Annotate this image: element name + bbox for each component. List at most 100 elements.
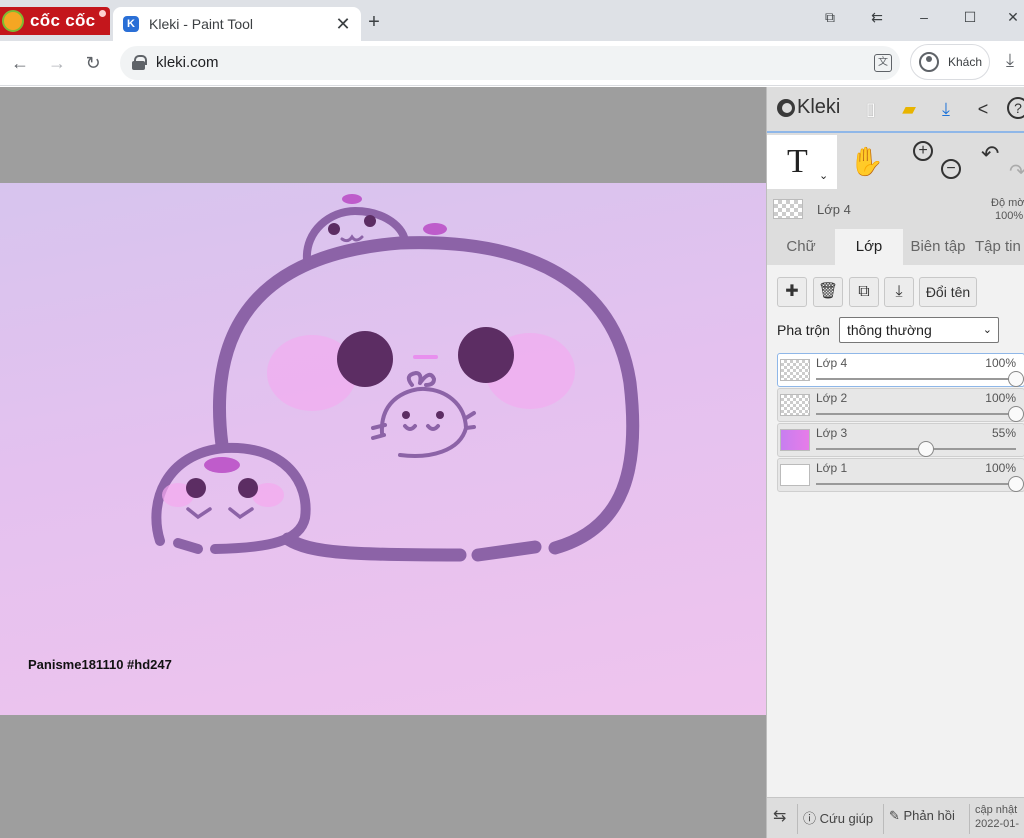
drawing-workspace[interactable]: Panisme181110 #hd247 xyxy=(0,87,766,838)
blend-mode-label: Pha trộn xyxy=(777,322,830,338)
help-label: Cứu giúp xyxy=(819,811,874,826)
reload-button[interactable]: ↻ xyxy=(80,50,106,76)
kleki-side-panel: Kleki ▯ ▰ ⤓ < ? T ⌄ ✋ + − ↶ ↷ Lớp 4 Độ m… xyxy=(766,87,1024,838)
layer-name: Lớp 3 xyxy=(816,426,848,440)
current-layer-info: Lớp 4 Độ mờ 100% xyxy=(767,191,1024,227)
layer-name: Lớp 1 xyxy=(816,461,848,475)
undo-icon[interactable]: ↶ xyxy=(981,141,999,167)
zoom-in-icon[interactable]: + xyxy=(913,141,933,161)
back-button[interactable]: ← xyxy=(7,50,33,76)
artwork-signature: Panisme181110 #hd247 xyxy=(28,657,172,672)
layer-name: Lớp 2 xyxy=(816,391,848,405)
layer-row-1[interactable]: Lớp 1 100% xyxy=(777,458,1024,492)
layer-row-4[interactable]: Lớp 4 100% xyxy=(777,353,1024,387)
layer-opacity: 100% xyxy=(985,461,1016,475)
download-icon[interactable]: ⤓ xyxy=(998,50,1022,76)
text-tool-button[interactable]: T ⌄ xyxy=(767,135,837,189)
layer-opacity: 100% xyxy=(985,356,1016,370)
kleki-favicon-icon: K xyxy=(123,16,139,32)
close-window-button[interactable]: ✕ xyxy=(998,6,1024,28)
delete-layer-button[interactable]: 🗑 xyxy=(813,277,843,307)
browser-titlebar: cốc cốc K Kleki - Paint Tool ✕ + ⧉ ⇇ – ☐… xyxy=(0,0,1024,41)
tab-layers[interactable]: Lớp xyxy=(835,229,903,265)
blend-mode-select[interactable]: thông thường ⌄ xyxy=(839,317,999,343)
coccoc-menu-button[interactable]: cốc cốc xyxy=(0,7,110,35)
layer-row-3[interactable]: Lớp 3 55% xyxy=(777,423,1024,457)
lock-icon xyxy=(132,55,147,70)
profile-button[interactable]: Khách xyxy=(910,44,990,80)
browser-toolbar: ← → ↻ kleki.com 文 Khách ⤓ xyxy=(0,41,1024,86)
share-icon[interactable]: < xyxy=(971,97,995,121)
close-tab-icon[interactable]: ✕ xyxy=(333,14,353,34)
translate-icon[interactable]: 文 xyxy=(874,54,892,72)
add-layer-button[interactable]: ✚ xyxy=(777,277,807,307)
kleki-app-name: Kleki xyxy=(797,96,841,118)
feedback-button[interactable]: ✎ Phản hồi xyxy=(889,808,955,824)
current-layer-name: Lớp 4 xyxy=(817,202,851,217)
coccoc-logo-icon xyxy=(2,10,24,32)
browser-tab-kleki[interactable]: K Kleki - Paint Tool ✕ xyxy=(113,7,361,41)
tab-list-icon[interactable]: ⇇ xyxy=(862,6,892,28)
save-download-icon[interactable]: ⤓ xyxy=(934,97,958,121)
avatar-icon xyxy=(919,52,939,72)
profile-name: Khách xyxy=(948,55,983,69)
opacity-label: Độ mờ xyxy=(991,197,1024,209)
notification-dot-icon xyxy=(99,10,106,17)
redo-icon[interactable]: ↷ xyxy=(1009,159,1024,184)
blend-mode-value: thông thường xyxy=(847,322,932,338)
kleki-logo[interactable]: Kleki xyxy=(777,96,840,119)
layer-opacity: 100% xyxy=(985,391,1016,405)
merge-down-button[interactable]: ⤓ xyxy=(884,277,914,307)
zoom-out-icon[interactable]: − xyxy=(941,159,961,179)
opacity-slider-track[interactable] xyxy=(816,448,1016,450)
chevron-down-icon: ⌄ xyxy=(982,324,992,336)
layer-thumbnail xyxy=(780,359,810,381)
address-bar[interactable]: kleki.com 文 xyxy=(120,46,900,80)
duplicate-layer-button[interactable]: ⧉ xyxy=(849,277,879,307)
layer-thumbnail xyxy=(780,464,810,486)
new-image-icon[interactable]: ▯ xyxy=(859,97,883,121)
layer-thumbnail xyxy=(780,394,810,416)
opacity-value: 100% xyxy=(995,210,1024,222)
opacity-slider-handle[interactable] xyxy=(1008,476,1024,492)
tab-text[interactable]: Chữ xyxy=(767,229,835,265)
artwork-seal-illustration xyxy=(151,194,640,562)
opacity-slider-handle[interactable] xyxy=(1008,406,1024,422)
panel-tabs: Chữ Lớp Biên tập Tập tin xyxy=(767,229,1024,265)
url-text: kleki.com xyxy=(156,54,219,71)
divider xyxy=(797,804,798,834)
divider xyxy=(883,804,884,834)
layer-row-2[interactable]: Lớp 2 100% xyxy=(777,388,1024,422)
opacity-slider-track[interactable] xyxy=(816,413,1016,415)
help-icon[interactable]: ? xyxy=(1007,97,1024,119)
opacity-slider-handle[interactable] xyxy=(1008,371,1024,387)
opacity-slider-track[interactable] xyxy=(816,378,1016,380)
tab-title: Kleki - Paint Tool xyxy=(149,16,254,32)
minimize-button[interactable]: – xyxy=(909,6,939,28)
forward-button[interactable]: → xyxy=(44,50,70,76)
help-button[interactable]: ⓘ Cứu giúp xyxy=(803,808,873,827)
tool-row: T ⌄ ✋ + − ↶ ↷ xyxy=(767,135,1024,189)
feedback-icon: ✎ xyxy=(889,808,904,823)
tab-edit[interactable]: Biên tập xyxy=(903,229,973,265)
open-folder-icon[interactable]: ▰ xyxy=(897,97,921,121)
help-circle-icon: ⓘ xyxy=(803,811,820,826)
current-layer-thumbnail xyxy=(773,199,803,219)
swap-side-icon[interactable]: ⇆ xyxy=(773,806,786,826)
rename-layer-button[interactable]: Đổi tên xyxy=(919,277,977,307)
hand-tool-icon[interactable]: ✋ xyxy=(849,145,884,178)
maximize-button[interactable]: ☐ xyxy=(955,6,985,28)
feedback-label: Phản hồi xyxy=(903,808,955,823)
new-tab-button[interactable]: + xyxy=(364,11,384,33)
screen-capture-icon[interactable]: ⧉ xyxy=(815,6,845,28)
update-info[interactable]: cập nhật 2022-01- xyxy=(975,803,1019,831)
opacity-slider-handle[interactable] xyxy=(918,441,934,457)
layer-name: Lớp 4 xyxy=(816,356,848,370)
text-tool-icon: T xyxy=(787,143,808,180)
panel-bottom-bar: ⇆ ⓘ Cứu giúp ✎ Phản hồi cập nhật 2022-01- xyxy=(767,797,1024,838)
drawing-canvas[interactable]: Panisme181110 #hd247 xyxy=(0,183,766,715)
layers-panel: ✚ 🗑 ⧉ ⤓ Đổi tên Pha trộn thông thường ⌄ … xyxy=(767,265,1024,805)
opacity-slider-track[interactable] xyxy=(816,483,1016,485)
chevron-down-icon[interactable]: ⌄ xyxy=(819,169,828,182)
tab-file[interactable]: Tập tin xyxy=(975,229,1024,265)
